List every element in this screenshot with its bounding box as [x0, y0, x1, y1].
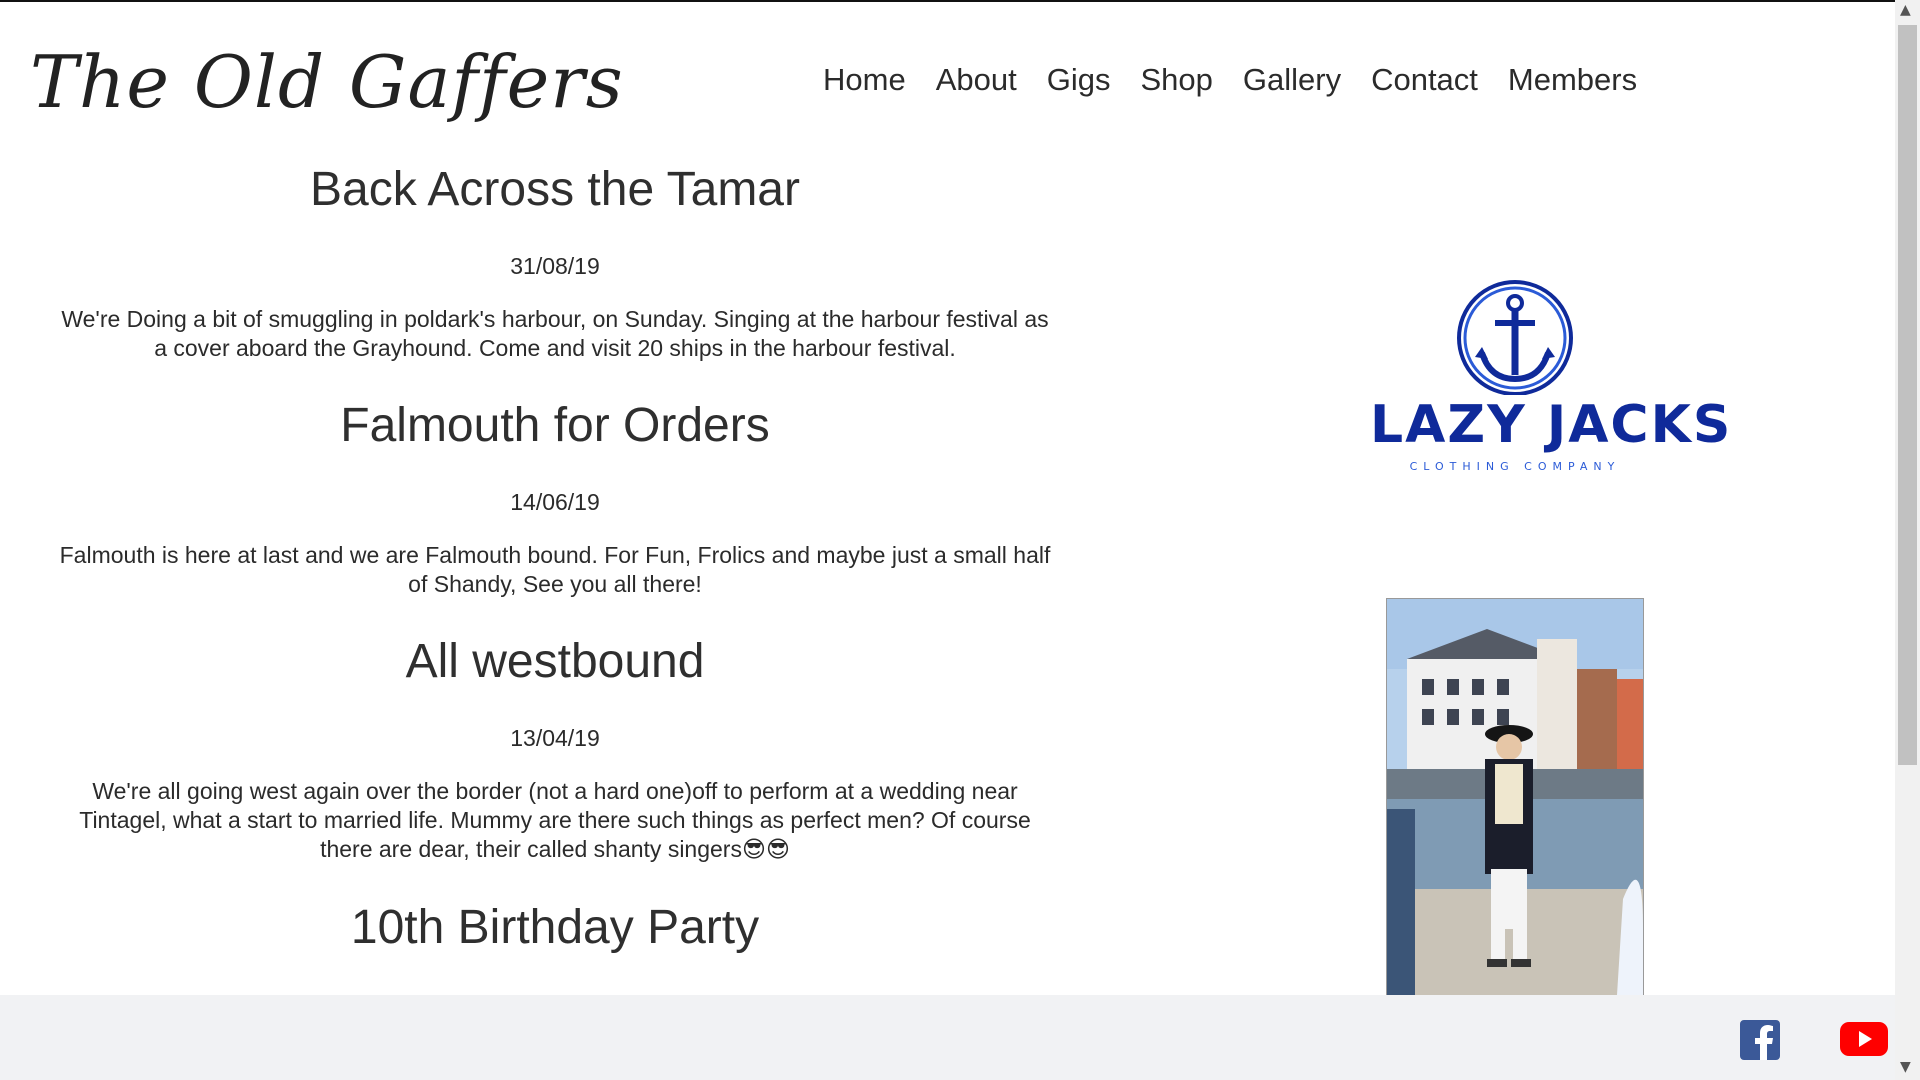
post-date: 14/06/19 [510, 489, 600, 515]
footer-bar [0, 995, 1895, 1080]
site-logo[interactable]: The Old Gaffers [30, 40, 624, 124]
facebook-icon[interactable] [1740, 1020, 1780, 1060]
post-text-body: We're all going west again over the bord… [79, 778, 1031, 862]
scroll-up-arrow-icon[interactable]: ▲ [1900, 2, 1911, 18]
post-text: Falmouth is here at last and we are Falm… [59, 542, 1051, 597]
post-date: 13/04/19 [510, 725, 600, 751]
nav-shop[interactable]: Shop [1140, 62, 1212, 98]
news-post: Falmouth for Orders 14/06/19 Falmouth is… [40, 391, 1070, 599]
anchor-icon [1457, 280, 1573, 396]
nav-contact[interactable]: Contact [1371, 62, 1478, 98]
harbour-photo [1386, 598, 1644, 996]
nav-about[interactable]: About [936, 62, 1017, 98]
main-nav: Home About Gigs Shop Gallery Contact Mem… [823, 62, 1637, 98]
post-title: All westbound [405, 635, 705, 688]
scroll-down-arrow-icon[interactable]: ▼ [1900, 1059, 1911, 1075]
nav-gigs[interactable]: Gigs [1047, 62, 1111, 98]
nav-gallery[interactable]: Gallery [1243, 62, 1341, 98]
scrollbar-thumb[interactable] [1898, 25, 1917, 765]
post-title: Back Across the Tamar [310, 163, 800, 216]
youtube-icon[interactable] [1840, 1022, 1888, 1056]
post-title: 10th Birthday Party [350, 901, 760, 954]
sponsor-logo[interactable]: LAZY JACKS CLOTHING COMPANY [1370, 275, 1733, 475]
sunglasses-emoji: 😎😎 [741, 837, 790, 863]
sponsor-name: LAZY JACKS [1370, 395, 1733, 455]
nav-members[interactable]: Members [1508, 62, 1637, 98]
post-text: We're all going west again over the bord… [40, 777, 1070, 865]
news-list: Back Across the Tamar 31/08/19 We're Doi… [40, 155, 1070, 1047]
nav-home[interactable]: Home [823, 62, 906, 98]
post-date: 31/08/19 [510, 253, 600, 279]
post-text: We're Doing a bit of smuggling in poldar… [61, 306, 1049, 361]
news-post: All westbound 13/04/19 We're all going w… [40, 627, 1070, 865]
news-post: Back Across the Tamar 31/08/19 We're Doi… [40, 155, 1070, 363]
sponsor-subtitle: CLOTHING COMPANY [1409, 460, 1621, 473]
post-title: Falmouth for Orders [340, 399, 770, 452]
window-top-border [0, 0, 1920, 2]
